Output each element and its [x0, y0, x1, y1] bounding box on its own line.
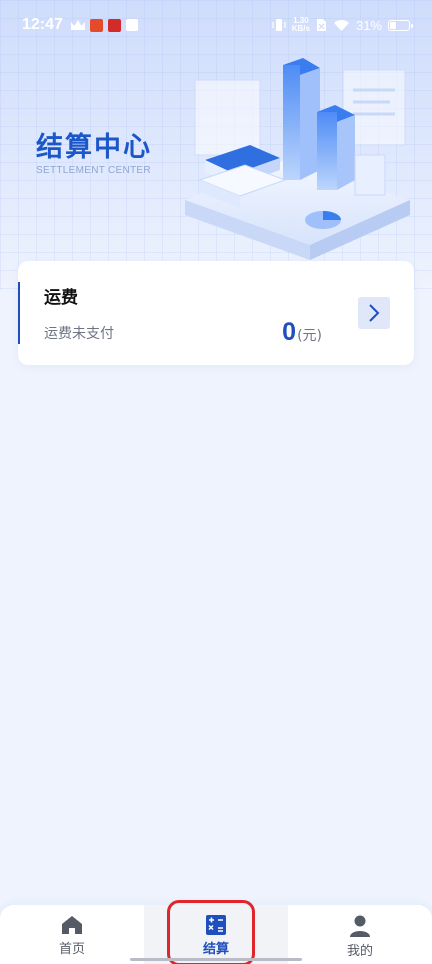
- calculator-icon: [206, 915, 226, 935]
- status-bar: 12:47 1.30 KB/s 31%: [0, 0, 432, 50]
- crown-icon: [70, 20, 85, 30]
- app-notification-icon: [89, 18, 103, 32]
- chevron-right-icon: [369, 304, 380, 322]
- app-notification-icon: [107, 18, 121, 32]
- status-time: 12:47: [22, 16, 63, 33]
- freight-card[interactable]: 运费 运费未支付 0 (元): [18, 261, 414, 365]
- settlement-illustration: [185, 58, 410, 260]
- page-subtitle: SETTLEMENT CENTER: [36, 165, 151, 176]
- battery-icon: [388, 19, 413, 31]
- tab-mine[interactable]: 我的: [288, 905, 432, 964]
- tab-settlement[interactable]: 结算: [144, 905, 288, 964]
- battery-percent: 31%: [355, 17, 382, 33]
- home-indicator[interactable]: [130, 958, 302, 961]
- tab-home[interactable]: 首页: [0, 905, 144, 964]
- card-accent-bar: [18, 282, 20, 344]
- home-icon: [62, 916, 82, 934]
- freight-amount-unit: (元): [297, 328, 322, 344]
- status-right: 1.30 KB/s 31%: [272, 17, 413, 33]
- vibrate-icon: [272, 19, 286, 31]
- network-speed-unit: KB/s: [291, 24, 310, 33]
- freight-amount: 0 (元): [282, 318, 322, 347]
- freight-status: 运费未支付: [44, 326, 114, 342]
- freight-title: 运费: [44, 288, 78, 308]
- tab-settlement-label: 结算: [202, 942, 229, 957]
- person-icon: [350, 915, 370, 937]
- tab-home-label: 首页: [58, 942, 85, 957]
- bottom-tab-bar: 首页 结算 我的: [0, 905, 432, 964]
- freight-detail-button[interactable]: [358, 297, 390, 329]
- wifi-icon: [333, 19, 349, 31]
- app-notification-icon: [125, 19, 138, 31]
- network-speed: 1.30 KB/s: [292, 17, 310, 33]
- page-title: 结算中心: [36, 132, 152, 163]
- tab-mine-label: 我的: [346, 944, 373, 959]
- freight-amount-value: 0: [282, 318, 297, 346]
- sim-icon: [316, 19, 326, 31]
- notification-icons: [70, 18, 138, 32]
